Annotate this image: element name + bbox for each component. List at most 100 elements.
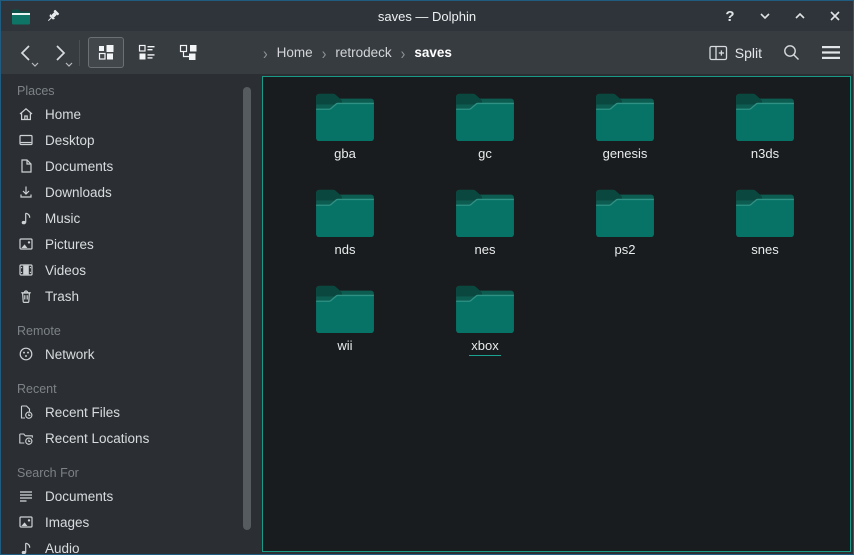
close-button[interactable] [827,8,843,24]
network-icon [18,346,34,362]
split-view-icon [709,45,728,61]
folder-icon [594,186,656,238]
breadcrumb-chevron-icon: › [263,43,268,62]
sidebar-item-label: Recent Locations [45,431,149,446]
sidebar-item-label: Network [45,347,95,362]
document-icon [18,158,34,174]
hamburger-icon [821,45,841,60]
folder-ps2[interactable]: ps2 [555,181,695,277]
section-header-places: Places [1,81,257,101]
folder-label: gc [476,146,494,164]
sidebar-item-network[interactable]: Network [1,341,257,367]
sidebar-item-search-images[interactable]: Images [1,509,257,535]
titlebar: saves — Dolphin ? [1,1,853,31]
sidebar-item-home[interactable]: Home [1,101,257,127]
forward-history-chevron-icon [65,62,73,67]
folder-wii[interactable]: wii [275,277,415,373]
sidebar-item-search-audio[interactable]: Audio [1,535,257,554]
breadcrumb-retrodeck[interactable]: retrodeck [335,45,391,60]
back-button[interactable] [13,38,39,68]
sidebar-item-label: Home [45,107,81,122]
sidebar-item-recent-locations[interactable]: Recent Locations [1,425,257,451]
sidebar-item-search-documents[interactable]: Documents [1,483,257,509]
sidebar-item-desktop[interactable]: Desktop [1,127,257,153]
breadcrumb-chevron-icon: › [322,43,327,62]
pin-icon[interactable] [45,8,61,24]
music-note-icon [18,540,34,554]
folder-genesis[interactable]: genesis [555,85,695,181]
help-button[interactable]: ? [722,8,738,24]
toolbar: › Home › retrodeck › saves Split [1,31,853,74]
home-icon [18,106,34,122]
folder-xbox[interactable]: xbox [415,277,555,373]
maximize-button[interactable] [792,8,808,24]
folder-nds[interactable]: nds [275,181,415,277]
desktop-icon [18,132,34,148]
text-lines-icon [18,488,34,504]
section-header-remote: Remote [1,321,257,341]
music-note-icon [18,210,34,226]
sidebar-item-music[interactable]: Music [1,205,257,231]
icons-view-icon [97,44,115,61]
section-header-search-for: Search For [1,463,257,483]
tree-view-button[interactable] [170,37,206,68]
folder-gc[interactable]: gc [415,85,555,181]
folder-snes[interactable]: snes [695,181,835,277]
folder-n3ds[interactable]: n3ds [695,85,835,181]
folder-nes[interactable]: nes [415,181,555,277]
folder-icon [594,90,656,142]
sidebar-item-recent-files[interactable]: Recent Files [1,399,257,425]
section-header-recent: Recent [1,379,257,399]
sidebar-item-label: Recent Files [45,405,120,420]
dolphin-app-icon [11,8,31,25]
sidebar-item-label: Trash [45,289,79,304]
folder-gba[interactable]: gba [275,85,415,181]
back-history-chevron-icon [31,62,39,67]
sidebar-item-trash[interactable]: Trash [1,283,257,309]
icons-view-button[interactable] [88,37,124,68]
sidebar-item-label: Pictures [45,237,94,252]
forward-button[interactable] [47,38,73,68]
breadcrumb-saves[interactable]: saves [414,45,452,60]
download-icon [18,184,34,200]
sidebar-item-label: Documents [45,159,113,174]
trash-icon [18,288,34,304]
sidebar-item-label: Downloads [45,185,112,200]
menu-button[interactable] [821,45,841,60]
content-area: Places Home Desktop [1,74,853,554]
tree-view-icon [179,44,198,61]
sidebar-item-downloads[interactable]: Downloads [1,179,257,205]
image-icon [18,514,34,530]
recent-locations-icon [18,430,34,446]
sidebar-item-documents[interactable]: Documents [1,153,257,179]
folder-icon [314,186,376,238]
sidebar-item-label: Music [45,211,80,226]
folder-label: nes [473,242,498,260]
search-button[interactable] [782,43,801,62]
folder-view: gba gc genesis n3ds nds [262,76,851,552]
folder-icon [734,90,796,142]
film-icon [18,262,34,278]
breadcrumb: › Home › retrodeck › saves [263,31,452,74]
split-button[interactable]: Split [709,45,762,61]
folder-label: nds [333,242,358,260]
sidebar-item-label: Documents [45,489,113,504]
folder-label: genesis [601,146,650,164]
breadcrumb-home[interactable]: Home [277,45,313,60]
compact-view-icon [138,44,156,61]
folder-label: xbox [469,338,500,356]
breadcrumb-chevron-icon: › [401,43,406,62]
places-panel: Places Home Desktop [1,74,257,554]
compact-view-button[interactable] [129,37,165,68]
sidebar-scrollbar[interactable] [243,87,251,530]
sidebar-item-videos[interactable]: Videos [1,257,257,283]
folder-label: n3ds [749,146,781,164]
folder-icon [454,186,516,238]
sidebar-item-pictures[interactable]: Pictures [1,231,257,257]
folder-label: wii [335,338,354,356]
folder-icon [454,282,516,334]
folder-label: gba [332,146,358,164]
recent-files-icon [18,404,34,420]
sidebar-item-label: Audio [45,541,80,555]
minimize-button[interactable] [757,8,773,24]
